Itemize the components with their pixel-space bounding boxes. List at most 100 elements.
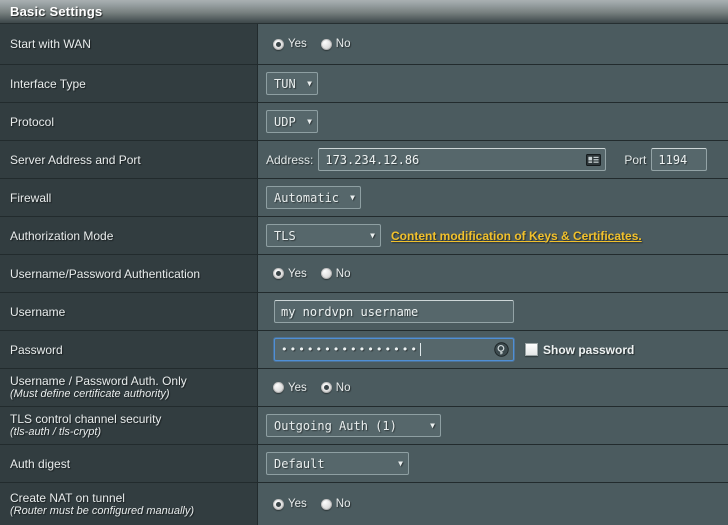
row-label-cell: Auth digest: [0, 445, 258, 482]
chevron-down-icon: ▼: [370, 230, 375, 240]
setting-label: Protocol: [10, 114, 55, 129]
row-label-cell: Server Address and Port: [0, 141, 258, 178]
key-circle-icon[interactable]: [494, 342, 509, 357]
row-field-cell: Yes No: [258, 24, 728, 64]
table-row: Username / Password Auth. Only (Must def…: [0, 369, 728, 407]
radio-option-yes[interactable]: Yes: [273, 38, 307, 50]
row-label-cell: Username: [0, 293, 258, 330]
row-label-cell: Authorization Mode: [0, 217, 258, 254]
setting-label: TLS control channel security: [10, 412, 162, 426]
basic-settings-panel: Basic Settings Start with WAN Yes No Int…: [0, 0, 728, 525]
radio-yes-label: Yes: [288, 498, 307, 510]
radio-no-icon[interactable]: [320, 498, 332, 510]
interface-type-value: TUN: [274, 76, 296, 91]
chevron-down-icon: ▼: [307, 116, 312, 126]
table-row: Password •••••••••••••••• Show password: [0, 331, 728, 369]
radio-option-yes[interactable]: Yes: [273, 268, 307, 280]
setting-label: Username: [10, 304, 66, 319]
row-field-cell: Yes No: [258, 369, 728, 406]
row-label-cell: Protocol: [0, 103, 258, 140]
setting-label: Auth digest: [10, 456, 71, 471]
auth-digest-select[interactable]: Default ▼: [266, 452, 409, 475]
setting-label: Firewall: [10, 190, 52, 205]
radio-yes-icon[interactable]: [273, 38, 284, 50]
setting-sublabel: (Must define certificate authority): [10, 388, 170, 400]
tls-control-channel-select[interactable]: Outgoing Auth (1) ▼: [266, 414, 441, 437]
address-label: Address:: [266, 152, 314, 167]
radio-no-icon[interactable]: [320, 38, 332, 50]
setting-label: Authorization Mode: [10, 228, 114, 243]
protocol-select[interactable]: UDP ▼: [266, 110, 318, 133]
userpass-auth-radio-group: Yes No: [266, 268, 359, 280]
table-row: Auth digest Default ▼: [0, 445, 728, 483]
row-field-cell: UDP ▼: [258, 103, 728, 140]
server-address-value: 173.234.12.86: [325, 152, 420, 167]
radio-option-yes[interactable]: Yes: [273, 498, 307, 510]
radio-no-icon[interactable]: [320, 268, 332, 279]
row-field-cell: Default ▼: [258, 445, 728, 482]
row-field-cell: Yes No: [258, 255, 728, 292]
radio-option-no[interactable]: No: [320, 38, 351, 50]
protocol-value: UDP: [274, 114, 296, 129]
password-input[interactable]: ••••••••••••••••: [274, 338, 514, 361]
address-card-icon[interactable]: [586, 153, 602, 166]
authorization-mode-select[interactable]: TLS ▼: [266, 224, 381, 247]
row-label-cell: Firewall: [0, 179, 258, 216]
show-password-checkbox-wrap[interactable]: Show password: [525, 343, 634, 357]
row-field-cell: Yes No: [258, 483, 728, 525]
table-row: Server Address and Port Address: 173.234…: [0, 141, 728, 179]
setting-label: Create NAT on tunnel: [10, 490, 125, 505]
start-with-wan-radio-group: Yes No: [266, 38, 359, 50]
setting-label: Username / Password Auth. Only: [10, 374, 187, 388]
chevron-down-icon: ▼: [398, 458, 403, 468]
username-value: my nordvpn username: [281, 304, 419, 319]
setting-label: Server Address and Port: [10, 152, 141, 167]
row-label-cell: Start with WAN: [0, 24, 258, 64]
port-label: Port: [624, 152, 647, 167]
authorization-mode-value: TLS: [274, 228, 296, 243]
radio-option-no[interactable]: No: [320, 498, 351, 510]
setting-sublabel: (tls-auth / tls-crypt): [10, 426, 102, 438]
row-label-cell: Username / Password Auth. Only (Must def…: [0, 369, 258, 406]
row-label-cell: TLS control channel security (tls-auth /…: [0, 407, 258, 444]
radio-yes-label: Yes: [288, 38, 307, 50]
setting-sublabel: (Router must be configured manually): [10, 504, 195, 517]
row-field-cell: Outgoing Auth (1) ▼: [258, 407, 728, 444]
radio-option-no[interactable]: No: [320, 267, 351, 280]
setting-label: Username/Password Authentication: [10, 266, 201, 281]
chevron-down-icon: ▼: [307, 78, 312, 88]
radio-yes-icon[interactable]: [273, 268, 284, 279]
text-caret: [419, 343, 421, 356]
settings-table: Start with WAN Yes No Interface Type TUN…: [0, 24, 728, 525]
radio-yes-icon[interactable]: [273, 382, 284, 393]
table-row: Username my nordvpn username: [0, 293, 728, 331]
radio-no-label: No: [335, 267, 351, 280]
server-port-input[interactable]: 1194: [651, 148, 708, 171]
password-value: ••••••••••••••••: [281, 343, 419, 356]
radio-yes-icon[interactable]: [273, 498, 284, 510]
row-field-cell: •••••••••••••••• Show password: [258, 331, 728, 368]
radio-option-yes[interactable]: Yes: [273, 382, 307, 394]
panel-header: Basic Settings: [0, 0, 728, 24]
interface-type-select[interactable]: TUN ▼: [266, 72, 318, 95]
show-password-checkbox[interactable]: [525, 343, 538, 356]
radio-yes-label: Yes: [288, 267, 307, 280]
username-input[interactable]: my nordvpn username: [274, 300, 514, 323]
keys-certificates-link[interactable]: Content modification of Keys & Certifica…: [391, 229, 642, 243]
chevron-down-icon: ▼: [350, 192, 355, 202]
radio-no-icon[interactable]: [320, 382, 332, 393]
row-field-cell: TLS ▼ Content modification of Keys & Cer…: [258, 217, 728, 254]
table-row: Username/Password Authentication Yes No: [0, 255, 728, 293]
show-password-label: Show password: [543, 342, 635, 357]
tls-control-channel-value: Outgoing Auth (1): [274, 418, 397, 433]
radio-option-no[interactable]: No: [320, 382, 350, 394]
setting-label: Interface Type: [10, 76, 86, 91]
server-address-input[interactable]: 173.234.12.86: [318, 148, 607, 171]
row-label-cell: Username/Password Authentication: [0, 255, 258, 292]
row-field-cell: TUN ▼: [258, 65, 728, 102]
create-nat-radio-group: Yes No: [266, 498, 359, 510]
radio-no-label: No: [335, 38, 351, 50]
table-row: Firewall Automatic ▼: [0, 179, 728, 217]
radio-no-label: No: [335, 498, 351, 510]
firewall-select[interactable]: Automatic ▼: [266, 186, 361, 209]
